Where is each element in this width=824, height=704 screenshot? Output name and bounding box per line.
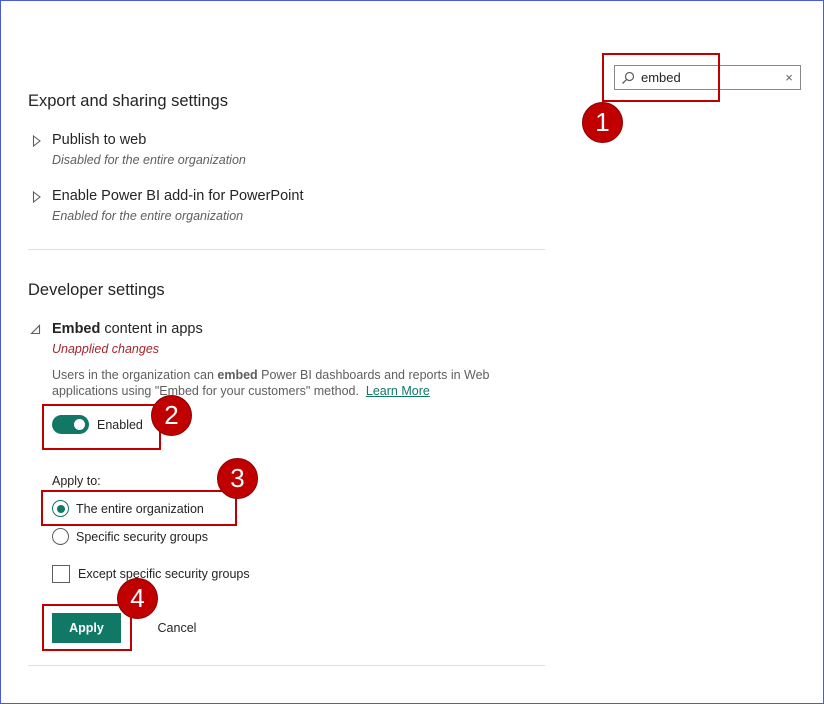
publish-to-web-title[interactable]: Publish to web [52, 132, 146, 148]
embed-description: Users in the organization can embed Powe… [52, 367, 532, 399]
powerpoint-addin-status: Enabled for the entire organization [52, 209, 244, 223]
embed-title-bold: Embed [52, 321, 101, 337]
search-box[interactable]: × [614, 65, 801, 90]
cancel-button[interactable]: Cancel [141, 613, 213, 643]
desc-bold: embed [217, 368, 258, 382]
radio-entire-organization[interactable]: The entire organization [52, 500, 204, 517]
export-sharing-section-title: Export and sharing settings [28, 92, 228, 110]
toggle-knob [74, 419, 85, 430]
except-groups-label: Except specific security groups [78, 567, 250, 581]
embed-title-rest: content in apps [100, 321, 203, 337]
clear-search-icon[interactable]: × [778, 66, 800, 89]
radio-label-entire-org: The entire organization [76, 501, 204, 516]
embed-collapse-icon[interactable] [30, 322, 41, 340]
radio-button-checked[interactable] [52, 500, 69, 517]
developer-section-title: Developer settings [28, 281, 165, 299]
search-input[interactable] [641, 67, 771, 88]
unapplied-changes-label: Unapplied changes [52, 342, 160, 356]
radio-specific-groups[interactable]: Specific security groups [52, 528, 208, 545]
publish-to-web-expand-icon[interactable] [32, 134, 42, 152]
search-icon [615, 66, 641, 89]
radio-button[interactable] [52, 528, 69, 545]
section-divider [28, 249, 545, 250]
embed-setting-title[interactable]: Embed content in apps [52, 321, 203, 337]
toggle-label: Enabled [97, 417, 143, 432]
enabled-toggle[interactable]: Enabled [52, 415, 143, 434]
publish-to-web-status: Disabled for the entire organization [52, 153, 246, 167]
apply-to-label: Apply to: [52, 474, 101, 488]
step-badge-2: 2 [151, 395, 192, 436]
bottom-divider [28, 665, 545, 666]
powerpoint-addin-title[interactable]: Enable Power BI add-in for PowerPoint [52, 188, 303, 204]
radio-label-specific-groups: Specific security groups [76, 529, 209, 544]
apply-button[interactable]: Apply [52, 613, 121, 643]
except-groups-checkbox-row[interactable]: Except specific security groups [52, 565, 250, 583]
except-groups-checkbox[interactable] [52, 565, 70, 583]
powerpoint-addin-expand-icon[interactable] [32, 190, 42, 208]
step-badge-3: 3 [217, 458, 258, 499]
desc-part1: Users in the organization can [52, 368, 218, 382]
step-badge-1: 1 [582, 102, 623, 143]
toggle-switch[interactable] [52, 415, 89, 434]
learn-more-link[interactable]: Learn More [366, 384, 430, 398]
